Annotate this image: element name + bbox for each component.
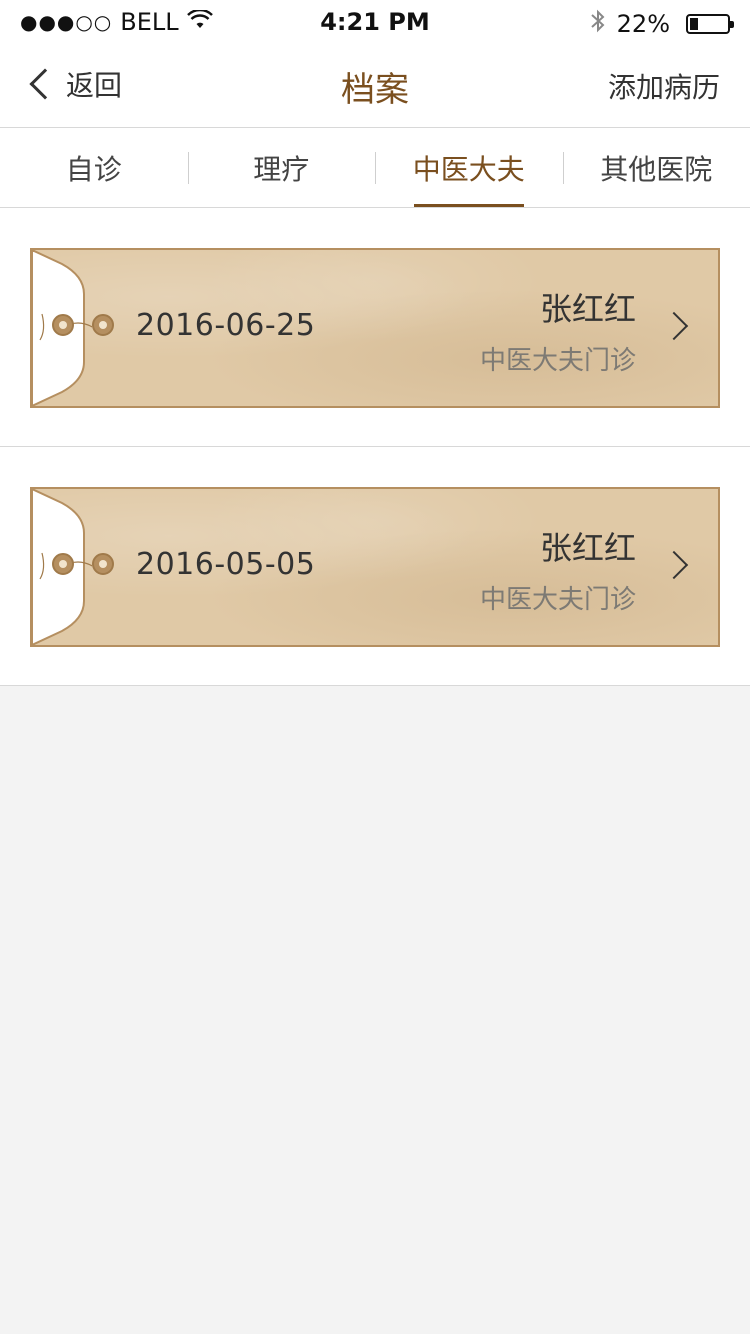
record-card[interactable]: 2016-05-05 张红红 中医大夫门诊 bbox=[30, 487, 720, 647]
battery-percent: 22% bbox=[616, 10, 670, 38]
record-date: 2016-05-05 bbox=[136, 547, 316, 582]
record-card[interactable]: 2016-06-25 张红红 中医大夫门诊 bbox=[30, 248, 720, 408]
list-item: 2016-05-05 张红红 中医大夫门诊 bbox=[0, 447, 750, 686]
battery-icon bbox=[686, 14, 734, 34]
patient-name: 张红红 bbox=[539, 290, 636, 328]
tab-label: 其他医院 bbox=[600, 152, 713, 186]
record-type: 中医大夫门诊 bbox=[479, 585, 636, 615]
record-list: 2016-06-25 张红红 中医大夫门诊 2016-05-05 张红红 中医大… bbox=[0, 208, 750, 686]
record-date: 2016-06-25 bbox=[136, 308, 316, 343]
string-knot-icon bbox=[52, 314, 74, 336]
nav-bar: 返回 档案 添加病历 bbox=[0, 40, 750, 128]
chevron-right-icon bbox=[659, 550, 689, 580]
chevron-right-icon bbox=[659, 311, 689, 341]
tab-label: 中医大夫 bbox=[412, 152, 525, 186]
list-item: 2016-06-25 张红红 中医大夫门诊 bbox=[0, 208, 750, 447]
status-bar: ●●●○○ BELL 4:21 PM 22% bbox=[0, 0, 750, 40]
patient-name: 张红红 bbox=[539, 529, 636, 567]
tab-label: 理疗 bbox=[253, 152, 310, 186]
active-tab-indicator bbox=[413, 204, 524, 207]
tab-label: 自诊 bbox=[65, 152, 122, 186]
string-knot-icon bbox=[92, 314, 114, 336]
tab-other-hospital[interactable]: 其他医院 bbox=[562, 128, 750, 207]
tab-self-diagnosis[interactable]: 自诊 bbox=[0, 128, 188, 207]
bluetooth-icon bbox=[589, 8, 607, 40]
string-knot-icon bbox=[92, 553, 114, 575]
tab-tcm-doctor[interactable]: 中医大夫 bbox=[375, 128, 563, 207]
tab-physiotherapy[interactable]: 理疗 bbox=[187, 128, 376, 207]
string-knot-icon bbox=[52, 553, 74, 575]
add-record-button[interactable]: 添加病历 bbox=[608, 66, 720, 106]
record-type: 中医大夫门诊 bbox=[479, 346, 636, 376]
status-right: 22% bbox=[589, 8, 734, 40]
battery-fill bbox=[690, 18, 698, 30]
tab-bar: 自诊 理疗 中医大夫 其他医院 bbox=[0, 128, 750, 208]
